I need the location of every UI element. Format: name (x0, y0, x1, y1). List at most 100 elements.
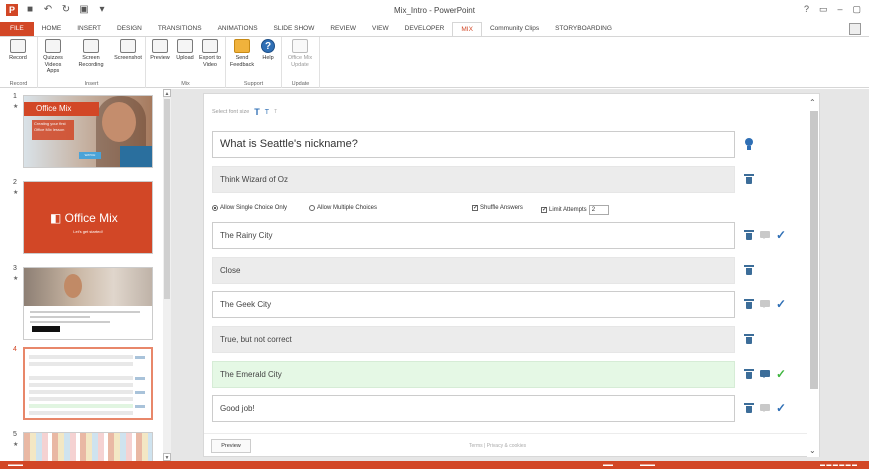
feedback-bubble-icon[interactable] (760, 370, 770, 378)
envelope-icon (234, 39, 250, 53)
shuffle-answers-option[interactable]: ✓ Shuffle Answers (472, 205, 523, 211)
answer-feedback-input[interactable]: True, but not correct (212, 326, 735, 353)
ribbon-group-label: Insert (84, 81, 99, 87)
tab-design[interactable]: DESIGN (109, 22, 150, 36)
export-to-video-button[interactable]: Export to Video (197, 39, 223, 68)
answer-feedback-input[interactable]: Close (212, 257, 735, 284)
powerpoint-window: P ■ ↶ ↻ ▣ ▾ Mix_Intro - PowerPoint ? ▭ –… (0, 0, 869, 469)
comments-toggle-icon[interactable]: ▬▬▬ (640, 461, 655, 469)
minimize-icon[interactable]: – (837, 4, 842, 15)
tab-insert[interactable]: INSERT (69, 22, 109, 36)
mark-correct-check-icon[interactable]: ✓ (776, 402, 786, 414)
radio-unselected-icon[interactable] (309, 205, 315, 211)
slide-thumbnail-3[interactable] (23, 267, 153, 340)
single-choice-option[interactable]: Allow Single Choice Only (212, 205, 287, 211)
feedback-bubble-icon[interactable] (760, 404, 770, 412)
tab-home[interactable]: HOME (34, 22, 70, 36)
mark-correct-check-icon[interactable]: ✓ (776, 298, 786, 310)
trash-icon[interactable] (744, 299, 754, 309)
help-button[interactable]: ? Help (255, 39, 281, 62)
slide-number: 5 (13, 431, 17, 438)
answer-input-correct[interactable]: The Emerald City (212, 361, 735, 388)
font-large-icon[interactable]: T (254, 107, 260, 117)
scroll-up-icon[interactable]: ▲ (163, 89, 171, 97)
office-mix-update-button[interactable]: Office Mix Update (287, 39, 313, 68)
user-avatar[interactable] (849, 23, 861, 35)
trash-icon[interactable] (744, 369, 754, 379)
tab-storyboarding[interactable]: STORYBOARDING (547, 22, 620, 36)
trash-icon[interactable] (744, 230, 754, 240)
trash-icon[interactable] (744, 403, 754, 413)
preview-button[interactable]: Preview (147, 39, 173, 62)
slide-thumbnails-panel: 1 ★ Office Mix Creating your first Offic… (0, 89, 170, 462)
chevron-down-icon[interactable]: ⌄ (809, 446, 816, 455)
scrollbar-thumb[interactable] (164, 99, 170, 299)
tab-animations[interactable]: ANIMATIONS (210, 22, 266, 36)
ribbon-group-support: Send Feedback ? Help Support (226, 37, 282, 88)
editor-scrollbar[interactable]: ⌃ ⌄ (807, 94, 819, 457)
slide-thumbnail-1[interactable]: Office Mix Creating your first Office Mi… (23, 95, 153, 168)
slide-cta: WATCH (79, 152, 101, 159)
trash-can (746, 302, 752, 309)
chevron-up-icon[interactable]: ⌃ (809, 98, 816, 107)
screen-recording-button[interactable]: Screen Recording (78, 39, 104, 68)
mini-row (29, 362, 133, 366)
trash-icon[interactable] (744, 334, 754, 344)
help-icon[interactable]: ? (804, 4, 809, 15)
mark-correct-check-icon[interactable]: ✓ (776, 229, 786, 241)
question-input[interactable]: What is Seattle's nickname? (212, 131, 735, 158)
screenshot-button[interactable]: Screenshot (112, 39, 144, 62)
trash-lid (744, 299, 754, 301)
font-small-icon[interactable]: T (274, 109, 277, 115)
limit-attempts-option[interactable]: ✓ Limit Attempts 2 (541, 205, 609, 215)
tab-mix[interactable]: MIX (452, 22, 482, 36)
preview-quiz-button[interactable]: Preview (211, 439, 251, 453)
photo-face-shape (102, 102, 136, 142)
ribbon-group-update: Office Mix Update Update (282, 37, 320, 88)
tab-community-clips[interactable]: Community Clips (482, 22, 547, 36)
feedback-bubble-icon[interactable] (760, 231, 770, 239)
tab-slide-show[interactable]: SLIDE SHOW (266, 22, 323, 36)
scroll-down-icon[interactable]: ▼ (163, 453, 171, 461)
slide-thumbnail-5[interactable] (23, 432, 153, 462)
mini-row (29, 355, 133, 359)
lightbulb-hint-icon[interactable] (745, 138, 753, 151)
correct-check-icon[interactable]: ✓ (776, 368, 786, 380)
answer-input[interactable]: The Geek City (212, 291, 735, 318)
zoom-controls[interactable]: ▬ ▬ ▬ ▬ ▬ ▬ (820, 461, 857, 469)
footer-links[interactable]: Terms | Privacy & cookies (469, 443, 526, 449)
slide-thumbnail-4[interactable] (23, 347, 153, 420)
notes-toggle-icon[interactable]: ▬▬ (603, 461, 613, 469)
tab-review[interactable]: REVIEW (322, 22, 364, 36)
tab-file[interactable]: FILE (0, 22, 34, 36)
answer-input[interactable]: The Rainy City (212, 222, 735, 249)
multiple-choice-option[interactable]: Allow Multiple Choices (309, 205, 377, 211)
record-button[interactable]: Record (5, 39, 31, 62)
feedback-bubble-icon[interactable] (760, 300, 770, 308)
hint-input[interactable]: Think Wizard of Oz (212, 166, 735, 193)
mini-icon (135, 377, 145, 380)
thumbnails-scrollbar[interactable]: ▲ ▼ (163, 89, 171, 461)
slide-thumbnail-2[interactable]: ◧ Office Mix Let's get started! (23, 181, 153, 254)
quizzes-button[interactable]: Quizzes Videos Apps (40, 39, 66, 75)
ribbon-display-icon[interactable]: ▭ (819, 4, 828, 15)
animation-star-icon: ★ (13, 442, 19, 448)
send-feedback-button[interactable]: Send Feedback (229, 39, 255, 68)
scrollbar-thumb[interactable] (810, 111, 818, 389)
radio-selected-icon[interactable] (212, 205, 218, 211)
slide-title: Office Mix (24, 102, 99, 116)
slide-subtitle: Creating your first Office Mix lesson (32, 120, 74, 140)
trash-icon[interactable] (744, 265, 754, 275)
answer-feedback-input[interactable]: Good job! (212, 395, 735, 422)
checkbox-checked-icon[interactable]: ✓ (541, 207, 547, 213)
font-medium-icon[interactable]: T (265, 109, 269, 116)
checkbox-checked-icon[interactable]: ✓ (472, 205, 478, 211)
upload-button[interactable]: Upload (172, 39, 198, 62)
animation-star-icon: ★ (13, 190, 19, 196)
tab-developer[interactable]: DEVELOPER (397, 22, 453, 36)
attempts-input[interactable]: 2 (588, 205, 609, 215)
tab-view[interactable]: VIEW (364, 22, 397, 36)
maximize-icon[interactable]: ▢ (852, 4, 861, 15)
tab-transitions[interactable]: TRANSITIONS (150, 22, 210, 36)
trash-icon[interactable] (744, 174, 754, 184)
